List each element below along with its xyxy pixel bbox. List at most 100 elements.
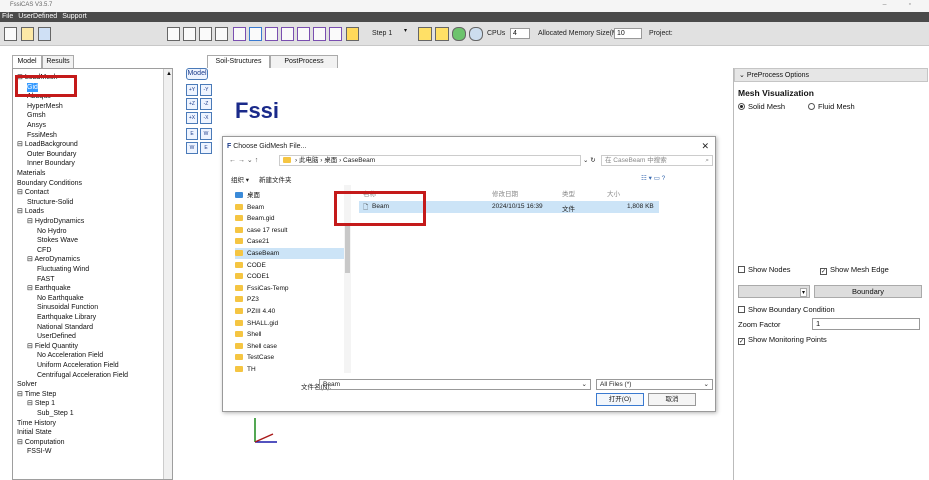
save-icon[interactable] [38, 27, 51, 41]
close-icon[interactable]: ✕ [701, 141, 709, 152]
tree-node[interactable]: FAST [37, 275, 55, 284]
run-icon[interactable] [452, 27, 466, 41]
tree-node[interactable]: No Hydro [37, 227, 67, 236]
path-bar[interactable]: › 此电脑 › 桌面 › CaseBeam [279, 155, 581, 166]
tab-results[interactable]: Results [42, 55, 74, 68]
boundary-select[interactable]: ▾ [738, 285, 810, 298]
tree-node[interactable]: Ansys [27, 121, 46, 130]
tab-postprocess[interactable]: PostProcess [270, 55, 338, 68]
expand-icon[interactable]: ⊟ [17, 391, 25, 398]
open-button[interactable]: 打开(O) [596, 393, 644, 406]
model-view-icon[interactable]: Model [186, 68, 208, 80]
menu-userdefined[interactable]: UserDefined [16, 12, 60, 20]
tree-node[interactable]: Uniform Acceleration Field [37, 361, 119, 370]
view-options-icon[interactable]: ☷ ▾ ▭ ? [641, 174, 665, 182]
preprocess-header[interactable]: ⌄ PreProcess Options [734, 68, 928, 82]
bp-icon-1[interactable] [281, 27, 294, 41]
tree-node[interactable]: ⊟ HydroDynamics [27, 217, 84, 226]
search-input[interactable]: 在 CaseBeam 中搜索 ⌕ [601, 155, 713, 166]
tree-node[interactable]: National Standard [37, 323, 93, 332]
tree-node[interactable]: ⊟ Computation [17, 438, 65, 447]
nav-item[interactable]: Shell [235, 329, 345, 340]
nav-item[interactable]: Beam [235, 202, 345, 213]
expand-icon[interactable]: ⊟ [27, 343, 35, 350]
expand-icon[interactable]: ⊟ [27, 285, 35, 292]
col-size[interactable]: 大小 [607, 188, 620, 198]
tree-node[interactable]: CFD [37, 246, 51, 255]
tree-node[interactable]: Structure-Solid [27, 198, 73, 207]
window-controls[interactable]: – ▫ [883, 1, 921, 8]
memory-input[interactable]: 10 [614, 28, 642, 39]
support-icon[interactable] [265, 27, 278, 41]
nav-item[interactable]: Beam.gid [235, 213, 345, 224]
tree-node[interactable]: Inner Boundary [27, 159, 75, 168]
bp-icon-4[interactable] [329, 27, 342, 41]
view-xz-icon[interactable]: +Z [186, 98, 198, 110]
tree-node[interactable]: No Earthquake [37, 294, 84, 303]
tab-model[interactable]: Model [12, 55, 42, 68]
tree-node[interactable]: ⊟ Time Step [17, 390, 56, 399]
tree-node[interactable]: No Acceleration Field [37, 351, 103, 360]
menu-file[interactable]: File [0, 12, 16, 20]
new-file-icon[interactable] [4, 27, 17, 41]
boundary-icon[interactable] [249, 27, 262, 41]
stop-icon[interactable] [418, 27, 432, 41]
nav-item[interactable]: Case21 [235, 236, 345, 247]
boundary-button[interactable]: Boundary [814, 285, 922, 298]
tree-node[interactable]: Time History [17, 419, 56, 428]
view-n-icon[interactable]: W [186, 142, 198, 154]
step-icon[interactable] [435, 27, 449, 41]
cancel-button[interactable]: 取消 [648, 393, 696, 406]
tree-node[interactable]: Gmsh [27, 111, 46, 120]
expand-icon[interactable]: ⊟ [17, 141, 25, 148]
tree-node[interactable]: ⊟ AeroDynamics [27, 255, 80, 264]
grid-icon-1[interactable] [167, 27, 180, 41]
expand-icon[interactable]: ⊟ [17, 208, 25, 215]
refresh-icon[interactable]: ⌄ ↻ [583, 156, 596, 164]
tree-node[interactable]: HyperMesh [27, 102, 63, 111]
nav-item[interactable]: FssiCas-Temp [235, 283, 345, 294]
nav-item[interactable]: TH [235, 364, 345, 375]
filename-input[interactable]: Beam ⌄ [319, 379, 591, 390]
nav-item[interactable]: CODE1 [235, 271, 345, 282]
tree-node[interactable]: Fluctuating Wind [37, 265, 89, 274]
tree-scrollbar[interactable]: ▲ [163, 69, 172, 479]
new-folder-button[interactable]: 新建文件夹 [259, 174, 292, 184]
view-xy-icon[interactable]: +Y [186, 84, 198, 96]
bp-icon-2[interactable] [297, 27, 310, 41]
tree-node[interactable]: Materials [17, 169, 45, 178]
tree-node[interactable]: Earthquake Library [37, 313, 96, 322]
palette-icon[interactable] [346, 27, 359, 41]
tree-node[interactable]: Sinusoidal Function [37, 303, 98, 312]
tree-node[interactable]: ⊟ Earthquake [27, 284, 71, 293]
nav-arrows-icon[interactable]: ← → ⌄ ↑ [229, 156, 258, 164]
tree-node[interactable]: FssiMesh [27, 131, 57, 140]
zoom-factor-input[interactable]: 1 [812, 318, 920, 330]
expand-icon[interactable]: ⊟ [17, 189, 25, 196]
bp-icon-3[interactable] [313, 27, 326, 41]
view-e-icon[interactable]: E [186, 128, 198, 140]
organize-button[interactable]: 组织 ▾ [231, 174, 249, 184]
nav-item[interactable]: 桌面 [235, 190, 345, 201]
scroll-up-icon[interactable]: ▲ [166, 71, 172, 77]
step-dropdown-icon[interactable]: ▾ [404, 27, 414, 41]
expand-icon[interactable]: ⊟ [17, 439, 25, 446]
tree-node[interactable]: UserDefined [37, 332, 76, 341]
nav-item[interactable]: PZ3 [235, 294, 345, 305]
show-monitoring-checkbox[interactable]: ✓ Show Monitoring Points [738, 335, 827, 345]
nav-item[interactable]: case 17 result [235, 225, 345, 236]
tree-node[interactable]: Sub_Step 1 [37, 409, 74, 418]
tree-node[interactable]: ⊟ Loads [17, 207, 44, 216]
view-yz-icon[interactable]: +X [186, 112, 198, 124]
tree-node[interactable]: ⊟ Field Quantity [27, 342, 78, 351]
tree-node[interactable]: ⊟ LoadBackground [17, 140, 78, 149]
tree-node[interactable]: Centrifugal Acceleration Field [37, 371, 128, 380]
nav-item[interactable]: PZIII 4.40 [235, 306, 345, 317]
nav-item[interactable]: CaseBeam [235, 248, 345, 259]
tree-node[interactable]: Outer Boundary [27, 150, 76, 159]
tab-soil-structures[interactable]: Soil-Structures [207, 55, 270, 68]
tree-node[interactable]: Initial State [17, 428, 52, 437]
tree-node[interactable]: ⊟ Contact [17, 188, 49, 197]
cloud-icon[interactable] [469, 27, 483, 41]
grid-icon-3[interactable] [199, 27, 212, 41]
